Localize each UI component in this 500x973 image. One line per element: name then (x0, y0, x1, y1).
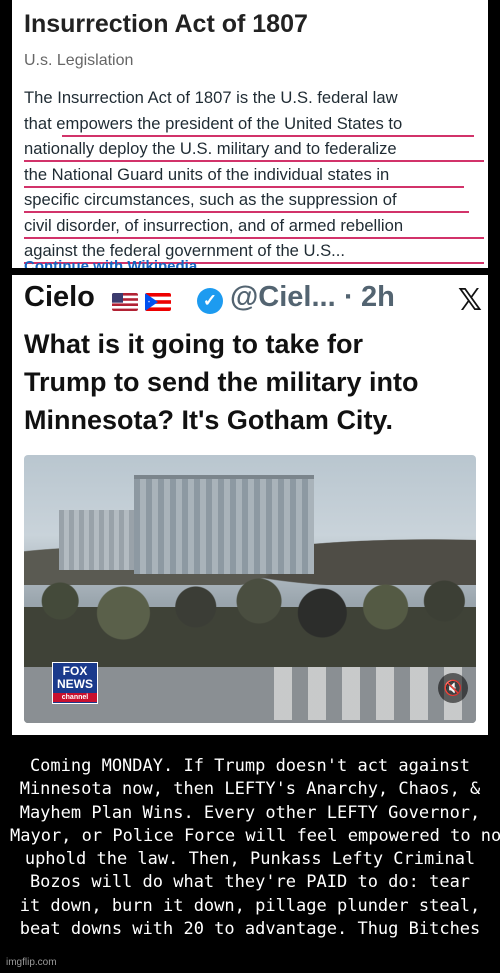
video-building (134, 475, 314, 574)
caption-line: Bozos will do what they're PAID to do: t… (29, 872, 471, 893)
tweet-text-line: Trump to send the military into (24, 367, 419, 397)
imgflip-watermark: imgflip.com (6, 957, 57, 968)
tweet-header: Cielo ✓ @Ciel... · 2h 𝕏 (24, 279, 484, 323)
wikipedia-card: Insurrection Act of 1807 U.s. Legislatio… (12, 0, 488, 268)
tweet-video[interactable]: FOX NEWS channel 🔇 (24, 455, 476, 723)
wiki-subtitle: U.s. Legislation (24, 52, 134, 69)
wiki-description: The Insurrection Act of 1807 is the U.S.… (24, 86, 484, 265)
us-flag-icon (112, 293, 138, 311)
continue-wikipedia-link[interactable]: Continue with Wikipedia (24, 258, 197, 268)
wiki-title: Insurrection Act of 1807 (24, 10, 308, 38)
caption-line: it down, burn it down, pillage plunder s… (19, 895, 481, 916)
fox-news-logo: FOX NEWS channel (52, 662, 98, 704)
puerto-rico-flag-icon (145, 293, 171, 311)
tweet-text: What is it going to take for Trump to se… (24, 325, 484, 439)
meme-caption: Coming MONDAY. If Trump doesn't act agai… (10, 755, 500, 941)
wiki-line: that empowers the president of the Unite… (24, 112, 484, 138)
tweet-timestamp[interactable]: 2h (361, 281, 395, 314)
tweet-author-name[interactable]: Cielo (24, 281, 95, 314)
caption-line: uphold the law. Then, Punkass Lefty Crim… (24, 849, 476, 870)
tweet-handle[interactable]: @Ciel... (230, 281, 336, 314)
caption-line: Coming MONDAY. If Trump doesn't act agai… (29, 756, 471, 776)
tweet-text-line: Minnesota? It's Gotham City. (24, 405, 393, 435)
caption-line: beat downs with 20 to advantage. Thug Bi… (19, 919, 481, 940)
verified-check-icon: ✓ (197, 288, 223, 314)
wiki-line: nationally deploy the U.S. military and … (24, 137, 484, 163)
mute-icon[interactable]: 🔇 (438, 673, 468, 703)
caption-line: Mayhem Plan Wins. Every other LEFTY Gove… (19, 802, 481, 823)
caption-line: Minnesota now, then LEFTY's Anarchy, Cha… (19, 779, 481, 800)
separator-dot: · (344, 281, 354, 313)
tweet-text-line: What is it going to take for (24, 329, 363, 359)
wiki-line: the National Guard units of the individu… (24, 163, 484, 189)
tweet-card: Cielo ✓ @Ciel... · 2h 𝕏 What is it going… (12, 275, 488, 735)
wiki-line: specific circumstances, such as the supp… (24, 188, 484, 214)
x-logo-icon: 𝕏 (457, 283, 482, 318)
caption-line: Mayor, or Police Force will feel empower… (10, 825, 500, 846)
wiki-line: The Insurrection Act of 1807 is the U.S.… (24, 88, 398, 107)
video-building-small (59, 510, 144, 570)
wiki-line: civil disorder, of insurrection, and of … (24, 214, 484, 240)
